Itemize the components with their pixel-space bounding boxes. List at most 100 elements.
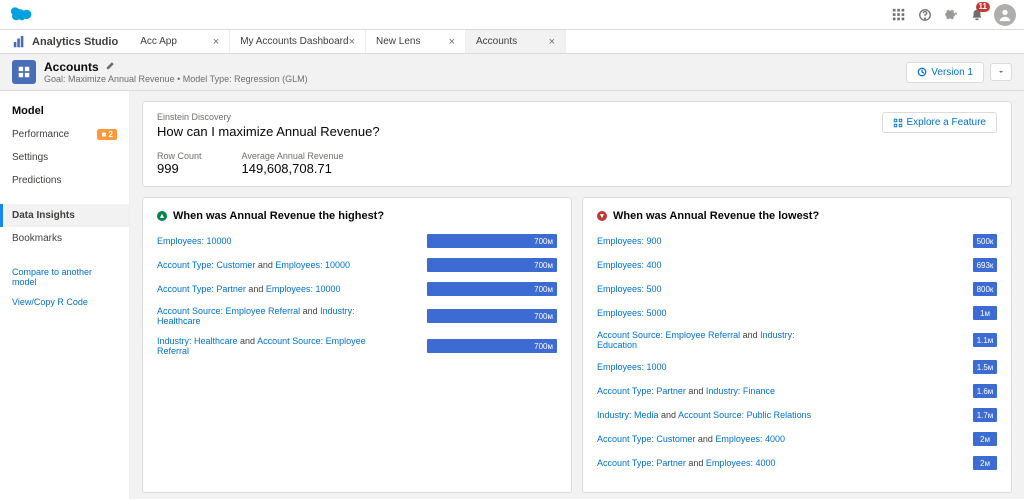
bar-wrap: 1.7м <box>837 408 997 422</box>
filter-link[interactable]: Industry: Finance <box>706 386 775 396</box>
sidebar-item-bookmarks[interactable]: Bookmarks <box>0 227 129 250</box>
user-avatar[interactable] <box>994 4 1016 26</box>
row-text: Industry: Media and Account Source: Publ… <box>597 410 829 420</box>
sidebar-link[interactable]: Compare to another model <box>0 262 129 292</box>
tabs-container: Acc App×My Accounts Dashboard×New Lens×A… <box>130 30 566 53</box>
insight-row: Account Type: Customer and Employees: 40… <box>597 432 997 446</box>
notifications-icon[interactable]: 11 <box>968 6 986 24</box>
salesforce-logo[interactable] <box>8 5 36 25</box>
app-name-tab[interactable]: Analytics Studio <box>0 30 130 53</box>
page-header-text: Accounts Goal: Maximize Annual Revenue •… <box>44 60 308 84</box>
row-text: Account Type: Customer and Employees: 10… <box>157 260 389 270</box>
question-label: Einstein Discovery <box>157 112 380 122</box>
bar-wrap: 700м <box>397 309 557 323</box>
filter-link[interactable]: Account Type: Partner <box>597 458 686 468</box>
bar: 1.1м <box>973 333 997 347</box>
connector-text: and <box>659 410 679 420</box>
filter-link[interactable]: Industry: Media <box>597 410 659 420</box>
sidebar-item-data-insights[interactable]: Data Insights <box>0 204 129 227</box>
filter-link[interactable]: Employees: 5000 <box>597 308 667 318</box>
sidebar-item-predictions[interactable]: Predictions <box>0 169 129 192</box>
bar-wrap: 1.6м <box>837 384 997 398</box>
filter-link[interactable]: Employees: 10000 <box>157 236 232 246</box>
filter-link[interactable]: Account Source: Employee Referral <box>597 330 740 340</box>
arrow-up-icon: ▲ <box>157 211 167 221</box>
filter-link[interactable]: Account Source: Public Relations <box>678 410 811 420</box>
close-icon[interactable]: × <box>213 36 219 48</box>
tab-0[interactable]: Acc App × <box>130 30 230 53</box>
explore-feature-button[interactable]: Explore a Feature <box>882 112 998 133</box>
filter-link[interactable]: Employees: 400 <box>597 260 662 270</box>
stat-value: 999 <box>157 161 202 176</box>
sidebar: Model Performance■ 2SettingsPredictions … <box>0 91 130 499</box>
row-text: Account Source: Employee Referral and In… <box>157 306 389 326</box>
bar: 500к <box>973 234 997 248</box>
header-right: 11 <box>890 4 1016 26</box>
filter-link[interactable]: Employees: 4000 <box>715 434 785 444</box>
question-title: How can I maximize Annual Revenue? <box>157 124 380 139</box>
bar-wrap: 700м <box>397 234 557 248</box>
bar: 1.6м <box>973 384 997 398</box>
edit-icon[interactable] <box>105 60 115 74</box>
insight-row: Account Source: Employee Referral and In… <box>157 306 557 326</box>
filter-link[interactable]: Employees: 1000 <box>597 362 667 372</box>
bar-wrap: 1м <box>837 306 997 320</box>
tab-label: My Accounts Dashboard <box>240 36 348 47</box>
insight-row: Employees: 400693к <box>597 258 997 272</box>
filter-link[interactable]: Employees: 10000 <box>275 260 350 270</box>
filter-link[interactable]: Employees: 900 <box>597 236 662 246</box>
sidebar-label: Predictions <box>12 175 61 186</box>
insight-row: Account Type: Partner and Employees: 100… <box>157 282 557 296</box>
tab-1[interactable]: My Accounts Dashboard× <box>230 30 366 53</box>
stat-label: Row Count <box>157 151 202 161</box>
app-launcher-icon[interactable] <box>890 6 908 24</box>
filter-link[interactable]: Account Source: Employee Referral <box>157 306 300 316</box>
sidebar-label: Data Insights <box>12 210 75 221</box>
row-text: Employees: 5000 <box>597 308 829 318</box>
filter-link[interactable]: Account Type: Customer <box>597 434 695 444</box>
version-button[interactable]: Version 1 <box>906 62 984 83</box>
filter-link[interactable]: Account Type: Partner <box>157 284 246 294</box>
page-subtitle: Goal: Maximize Annual Revenue • Model Ty… <box>44 74 308 84</box>
close-icon[interactable]: × <box>349 36 355 48</box>
filter-link[interactable]: Employees: 500 <box>597 284 662 294</box>
sidebar-item-settings[interactable]: Settings <box>0 146 129 169</box>
arrow-down-icon: ▼ <box>597 211 607 221</box>
close-icon[interactable]: × <box>549 36 555 48</box>
close-icon[interactable]: × <box>449 36 455 48</box>
version-dropdown-button[interactable] <box>990 63 1012 81</box>
notification-badge: 11 <box>976 2 990 12</box>
bar: 2м <box>973 432 997 446</box>
tab-3[interactable]: Accounts× <box>466 30 566 53</box>
lowest-card: ▼ When was Annual Revenue the lowest? Em… <box>582 197 1012 493</box>
sidebar-item-performance[interactable]: Performance■ 2 <box>0 123 129 146</box>
row-text: Account Type: Partner and Employees: 100… <box>157 284 389 294</box>
filter-link[interactable]: Account Type: Customer <box>157 260 255 270</box>
insight-row: Account Type: Customer and Employees: 10… <box>157 258 557 272</box>
tab-2[interactable]: New Lens × <box>366 30 466 53</box>
insight-row: Industry: Healthcare and Account Source:… <box>157 336 557 356</box>
tab-label: Acc App <box>140 36 177 47</box>
filter-link[interactable]: Industry: Healthcare <box>157 336 238 346</box>
bar-wrap: 700м <box>397 339 557 353</box>
help-icon[interactable] <box>916 6 934 24</box>
filter-link[interactable]: Employees: 10000 <box>266 284 341 294</box>
bar-wrap: 500к <box>837 234 997 248</box>
insight-row: Industry: Media and Account Source: Publ… <box>597 408 997 422</box>
connector-text: and <box>238 336 258 346</box>
tab-label: New Lens <box>376 36 420 47</box>
filter-link[interactable]: Employees: 4000 <box>706 458 776 468</box>
setup-icon[interactable] <box>942 6 960 24</box>
filter-link[interactable]: Account Type: Partner <box>597 386 686 396</box>
insight-row: Account Type: Partner and Industry: Fina… <box>597 384 997 398</box>
row-text: Employees: 1000 <box>597 362 829 372</box>
sidebar-link[interactable]: View/Copy R Code <box>0 292 129 312</box>
app-name-label: Analytics Studio <box>32 36 118 48</box>
bar: 1.5м <box>973 360 997 374</box>
stat: Row Count999 <box>157 151 202 176</box>
page-header-left: Accounts Goal: Maximize Annual Revenue •… <box>12 60 308 84</box>
connector-text: and <box>300 306 320 316</box>
page-title: Accounts <box>44 60 99 74</box>
lowest-title: When was Annual Revenue the lowest? <box>613 210 819 222</box>
version-label: Version 1 <box>931 67 973 78</box>
